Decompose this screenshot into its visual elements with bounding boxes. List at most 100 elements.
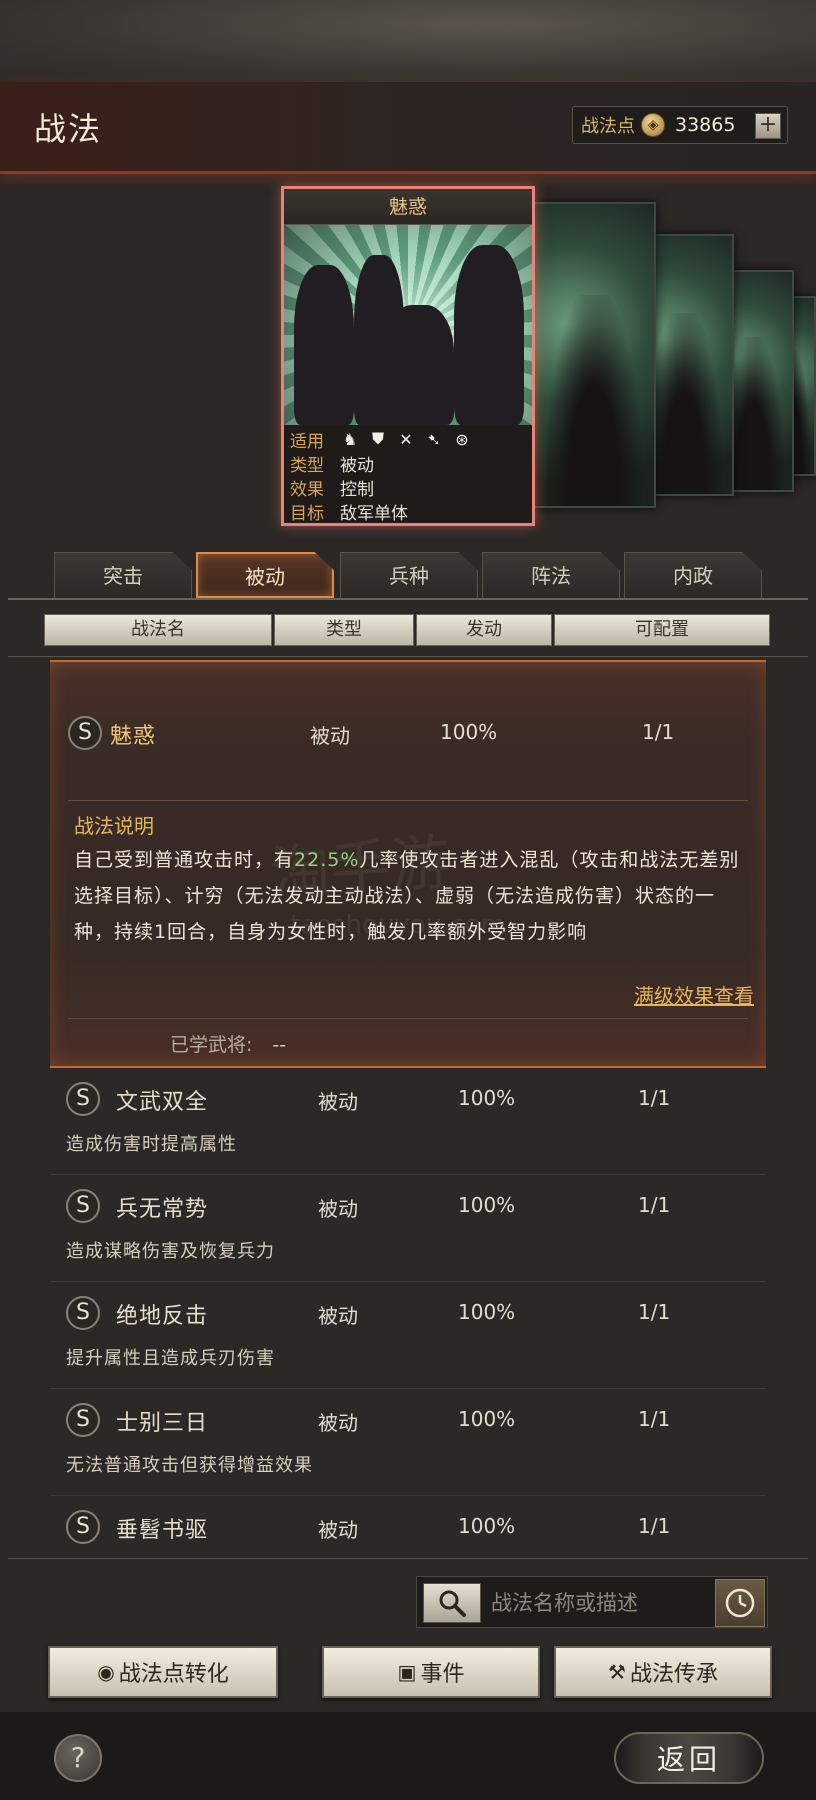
card-artwork xyxy=(284,225,532,425)
tactic-config: 1/1 xyxy=(638,1514,671,1538)
footer-bar: ? 返回 xyxy=(0,1712,816,1800)
header-divider xyxy=(8,656,808,657)
card-row-applicable: 适用 ♞ ⛊ ✕ ➷ ⊛ xyxy=(290,427,532,452)
page-header: 战法 战法点 ◈ 33865 + xyxy=(0,82,816,174)
add-points-button[interactable]: + xyxy=(755,113,781,139)
card-title: 魅惑 xyxy=(284,189,532,225)
tactic-summary: 造成谋略伤害及恢复兵力 xyxy=(66,1241,275,1262)
help-button[interactable]: ? xyxy=(54,1734,102,1782)
tactic-name: 绝地反击 xyxy=(116,1304,209,1329)
tactic-list[interactable]: S 魅惑 被动 100% 1/1 战法说明 自己受到普通攻击时，有22.5%几率… xyxy=(50,660,766,1550)
tactic-config: 1/1 xyxy=(638,1407,671,1431)
tactic-summary: 无法普通攻击但获得增益效果 xyxy=(66,1455,313,1476)
card-row-effect: 效果 控制 xyxy=(290,479,374,500)
list-item[interactable]: S 士别三日 被动 100% 1/1 无法普通攻击但获得增益效果 xyxy=(50,1389,766,1496)
tactic-card-back-1[interactable] xyxy=(532,202,656,508)
history-button[interactable] xyxy=(715,1579,765,1627)
tactic-name: 魅惑 xyxy=(110,724,157,749)
card-row-target: 目标 敌军单体 xyxy=(290,503,408,524)
page-title: 战法 xyxy=(34,110,103,148)
grade-badge: S xyxy=(66,1510,100,1544)
tactic-activation: 100% xyxy=(458,1193,516,1217)
column-header-configurable[interactable]: 可配置 xyxy=(554,614,770,646)
tactic-activation: 100% xyxy=(440,720,498,744)
search-bar xyxy=(416,1576,768,1628)
column-header-type[interactable]: 类型 xyxy=(274,614,414,646)
grade-badge: S xyxy=(66,1189,100,1223)
category-tabs: 突击 被动 兵种 阵法 内政 xyxy=(54,552,764,598)
tactic-type: 被动 xyxy=(318,1518,358,1542)
top-backdrop xyxy=(0,0,816,82)
tab-formation[interactable]: 阵法 xyxy=(482,552,620,598)
tactic-type: 被动 xyxy=(318,1197,358,1221)
list-item[interactable]: S 文武双全 被动 100% 1/1 造成伤害时提高属性 xyxy=(50,1068,766,1175)
divider xyxy=(68,1018,748,1019)
tactic-activation: 100% xyxy=(458,1086,516,1110)
tab-passive[interactable]: 被动 xyxy=(196,552,334,598)
search-icon xyxy=(439,1590,466,1617)
tactic-config: 1/1 xyxy=(638,1300,671,1324)
list-divider xyxy=(8,1558,808,1559)
bow-icon: ✕ xyxy=(399,429,413,449)
max-level-effect-link[interactable]: 满级效果查看 xyxy=(634,980,754,1009)
flame-icon: ◉ xyxy=(97,1660,115,1684)
tactic-activation: 100% xyxy=(458,1407,516,1431)
search-input[interactable] xyxy=(491,1585,691,1621)
tactic-name: 文武双全 xyxy=(116,1090,209,1115)
card-info: 适用 ♞ ⛊ ✕ ➷ ⊛ 类型 被动 效果 控制 目标 敌军单体 xyxy=(284,425,532,524)
tab-troop-type[interactable]: 兵种 xyxy=(340,552,478,598)
tabs-divider xyxy=(8,598,808,600)
hammer-icon: ⚒ xyxy=(608,1660,626,1684)
tactic-card-carousel[interactable]: 魅惑 适用 ♞ ⛊ ✕ ➷ ⊛ 类型 被动 效果 控制 目标 敌军单体 xyxy=(278,186,816,526)
tactic-name: 兵无常势 xyxy=(116,1197,209,1222)
alert-icon: ▣ xyxy=(397,1660,417,1684)
trigger-chance: 22.5% xyxy=(294,849,360,871)
list-item[interactable]: S 兵无常势 被动 100% 1/1 造成谋略伤害及恢复兵力 xyxy=(50,1175,766,1282)
back-button[interactable]: 返回 xyxy=(614,1732,764,1784)
list-item[interactable]: S 垂髫书驱 被动 100% 1/1 xyxy=(50,1496,766,1550)
tactic-config: 1/1 xyxy=(638,1193,671,1217)
convert-points-button[interactable]: ◉ 战法点转化 xyxy=(48,1646,278,1698)
tactic-type: 被动 xyxy=(318,1304,358,1328)
grade-badge: S xyxy=(66,1082,100,1116)
grade-badge: S xyxy=(68,716,102,750)
column-header-activation[interactable]: 发动 xyxy=(416,614,552,646)
learned-generals: 已学武将: -- xyxy=(170,1034,287,1056)
tactic-points-value: 33865 xyxy=(675,114,736,136)
tactic-summary: 造成伤害时提高属性 xyxy=(66,1134,237,1155)
inherit-tactic-button[interactable]: ⚒ 战法传承 xyxy=(554,1646,772,1698)
tactic-type: 被动 xyxy=(318,1411,358,1435)
divider xyxy=(68,800,748,801)
tactic-points-label: 战法点 xyxy=(581,116,635,137)
cavalry-icon: ♞ xyxy=(342,429,358,449)
tab-internal-affairs[interactable]: 内政 xyxy=(624,552,762,598)
event-button[interactable]: ▣ 事件 xyxy=(322,1646,540,1698)
description-text: 自己受到普通攻击时，有22.5%几率使攻击者进入混乱（攻击和战法无差别选择目标）… xyxy=(74,849,740,943)
tactic-type: 被动 xyxy=(318,1090,358,1114)
selected-tactic-card[interactable]: 魅惑 适用 ♞ ⛊ ✕ ➷ ⊛ 类型 被动 效果 控制 目标 敌军单体 xyxy=(281,186,535,526)
tab-assault[interactable]: 突击 xyxy=(54,552,192,598)
list-item[interactable]: S 绝地反击 被动 100% 1/1 提升属性且造成兵刃伤害 xyxy=(50,1282,766,1389)
tactic-point-coin-icon: ◈ xyxy=(641,113,665,137)
grade-badge: S xyxy=(66,1403,100,1437)
unit-type-icons: ♞ ⛊ ✕ ➷ ⊛ xyxy=(340,429,472,449)
tactic-name: 垂髫书驱 xyxy=(116,1518,209,1543)
card-row-type: 类型 被动 xyxy=(290,455,374,476)
tactic-activation: 100% xyxy=(458,1300,516,1324)
tactic-config: 1/1 xyxy=(638,1086,671,1110)
tactic-name: 士别三日 xyxy=(116,1411,209,1436)
tactic-points-box: 战法点 ◈ 33865 + xyxy=(572,106,788,144)
tactic-type: 被动 xyxy=(310,724,350,748)
clock-icon xyxy=(725,1588,755,1618)
shield-icon: ⛊ xyxy=(371,429,384,448)
tactic-summary: 提升属性且造成兵刃伤害 xyxy=(66,1348,275,1369)
column-header-name[interactable]: 战法名 xyxy=(44,614,272,646)
description-title: 战法说明 xyxy=(74,814,154,838)
grade-badge: S xyxy=(66,1296,100,1330)
wheel-icon: ⊛ xyxy=(455,429,469,449)
search-button[interactable] xyxy=(423,1583,481,1623)
spear-icon: ➷ xyxy=(427,429,441,449)
tactic-activation: 100% xyxy=(458,1514,516,1538)
tactic-config: 1/1 xyxy=(642,720,675,744)
expanded-tactic-row[interactable]: S 魅惑 被动 100% 1/1 战法说明 自己受到普通攻击时，有22.5%几率… xyxy=(50,660,766,1068)
